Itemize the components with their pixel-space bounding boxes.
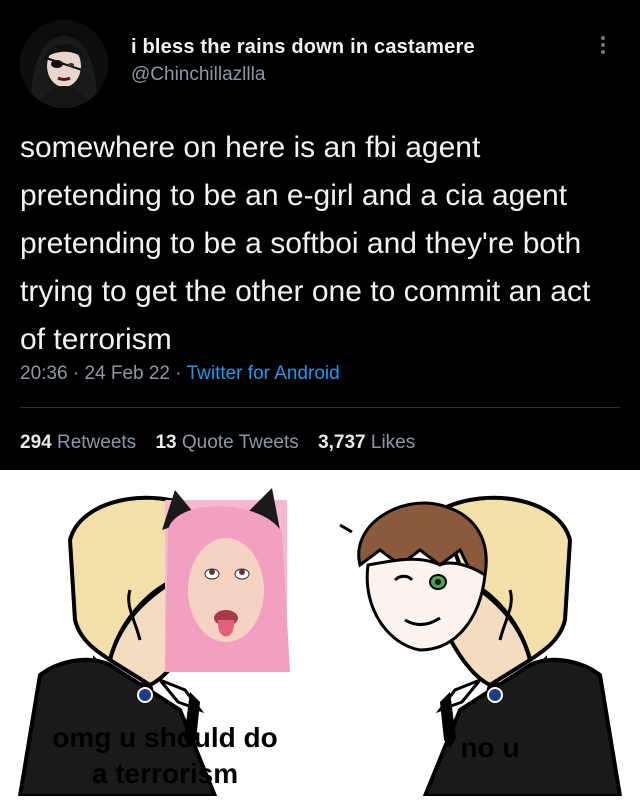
retweets-label: Retweets <box>56 432 137 453</box>
tweet-source-link[interactable]: Twitter for Android <box>187 363 340 384</box>
quote-tweets-stat[interactable]: 13 Quote Tweets <box>155 432 298 453</box>
caption-left-line2: a terrorism <box>91 758 239 789</box>
tweet-meta: 20:36 · 24 Feb 22 · Twitter for Android <box>20 363 340 385</box>
display-name[interactable]: i bless the rains down in castamere <box>131 36 475 59</box>
engagement-stats: 294 Retweets 13 Quote Tweets 3,737 Likes <box>20 432 429 454</box>
quotes-count: 13 <box>155 432 177 453</box>
retweets-stat[interactable]: 294 Retweets <box>20 432 136 453</box>
tweet-card: i bless the rains down in castamere @Chi… <box>0 0 640 470</box>
likes-label: Likes <box>370 432 416 453</box>
meta-separator: · <box>175 363 187 384</box>
divider <box>20 407 620 408</box>
avatar-portrait-icon <box>20 20 108 108</box>
more-options-icon[interactable] <box>599 34 607 56</box>
caption-right: no u <box>460 732 520 763</box>
user-handle[interactable]: @Chinchillazllla <box>131 64 265 86</box>
likes-count: 3,737 <box>318 432 366 453</box>
softboi-face <box>339 501 488 652</box>
avatar[interactable] <box>20 20 108 108</box>
likes-stat[interactable]: 3,737 Likes <box>318 432 415 453</box>
egirl-face <box>162 488 290 672</box>
tweet-date[interactable]: 24 Feb 22 <box>84 363 170 384</box>
tweet-time[interactable]: 20:36 <box>20 363 68 384</box>
tweet-text: somewhere on here is an fbi agent preten… <box>20 131 591 356</box>
retweets-count: 294 <box>20 432 52 453</box>
caption-left: omg u should do a terrorism <box>40 720 290 792</box>
meme-image: omg u should do a terrorism no u <box>0 470 640 798</box>
meta-separator: · <box>72 363 85 384</box>
caption-left-line1: omg u should do <box>52 722 278 753</box>
quotes-label: Quote Tweets <box>181 432 299 453</box>
